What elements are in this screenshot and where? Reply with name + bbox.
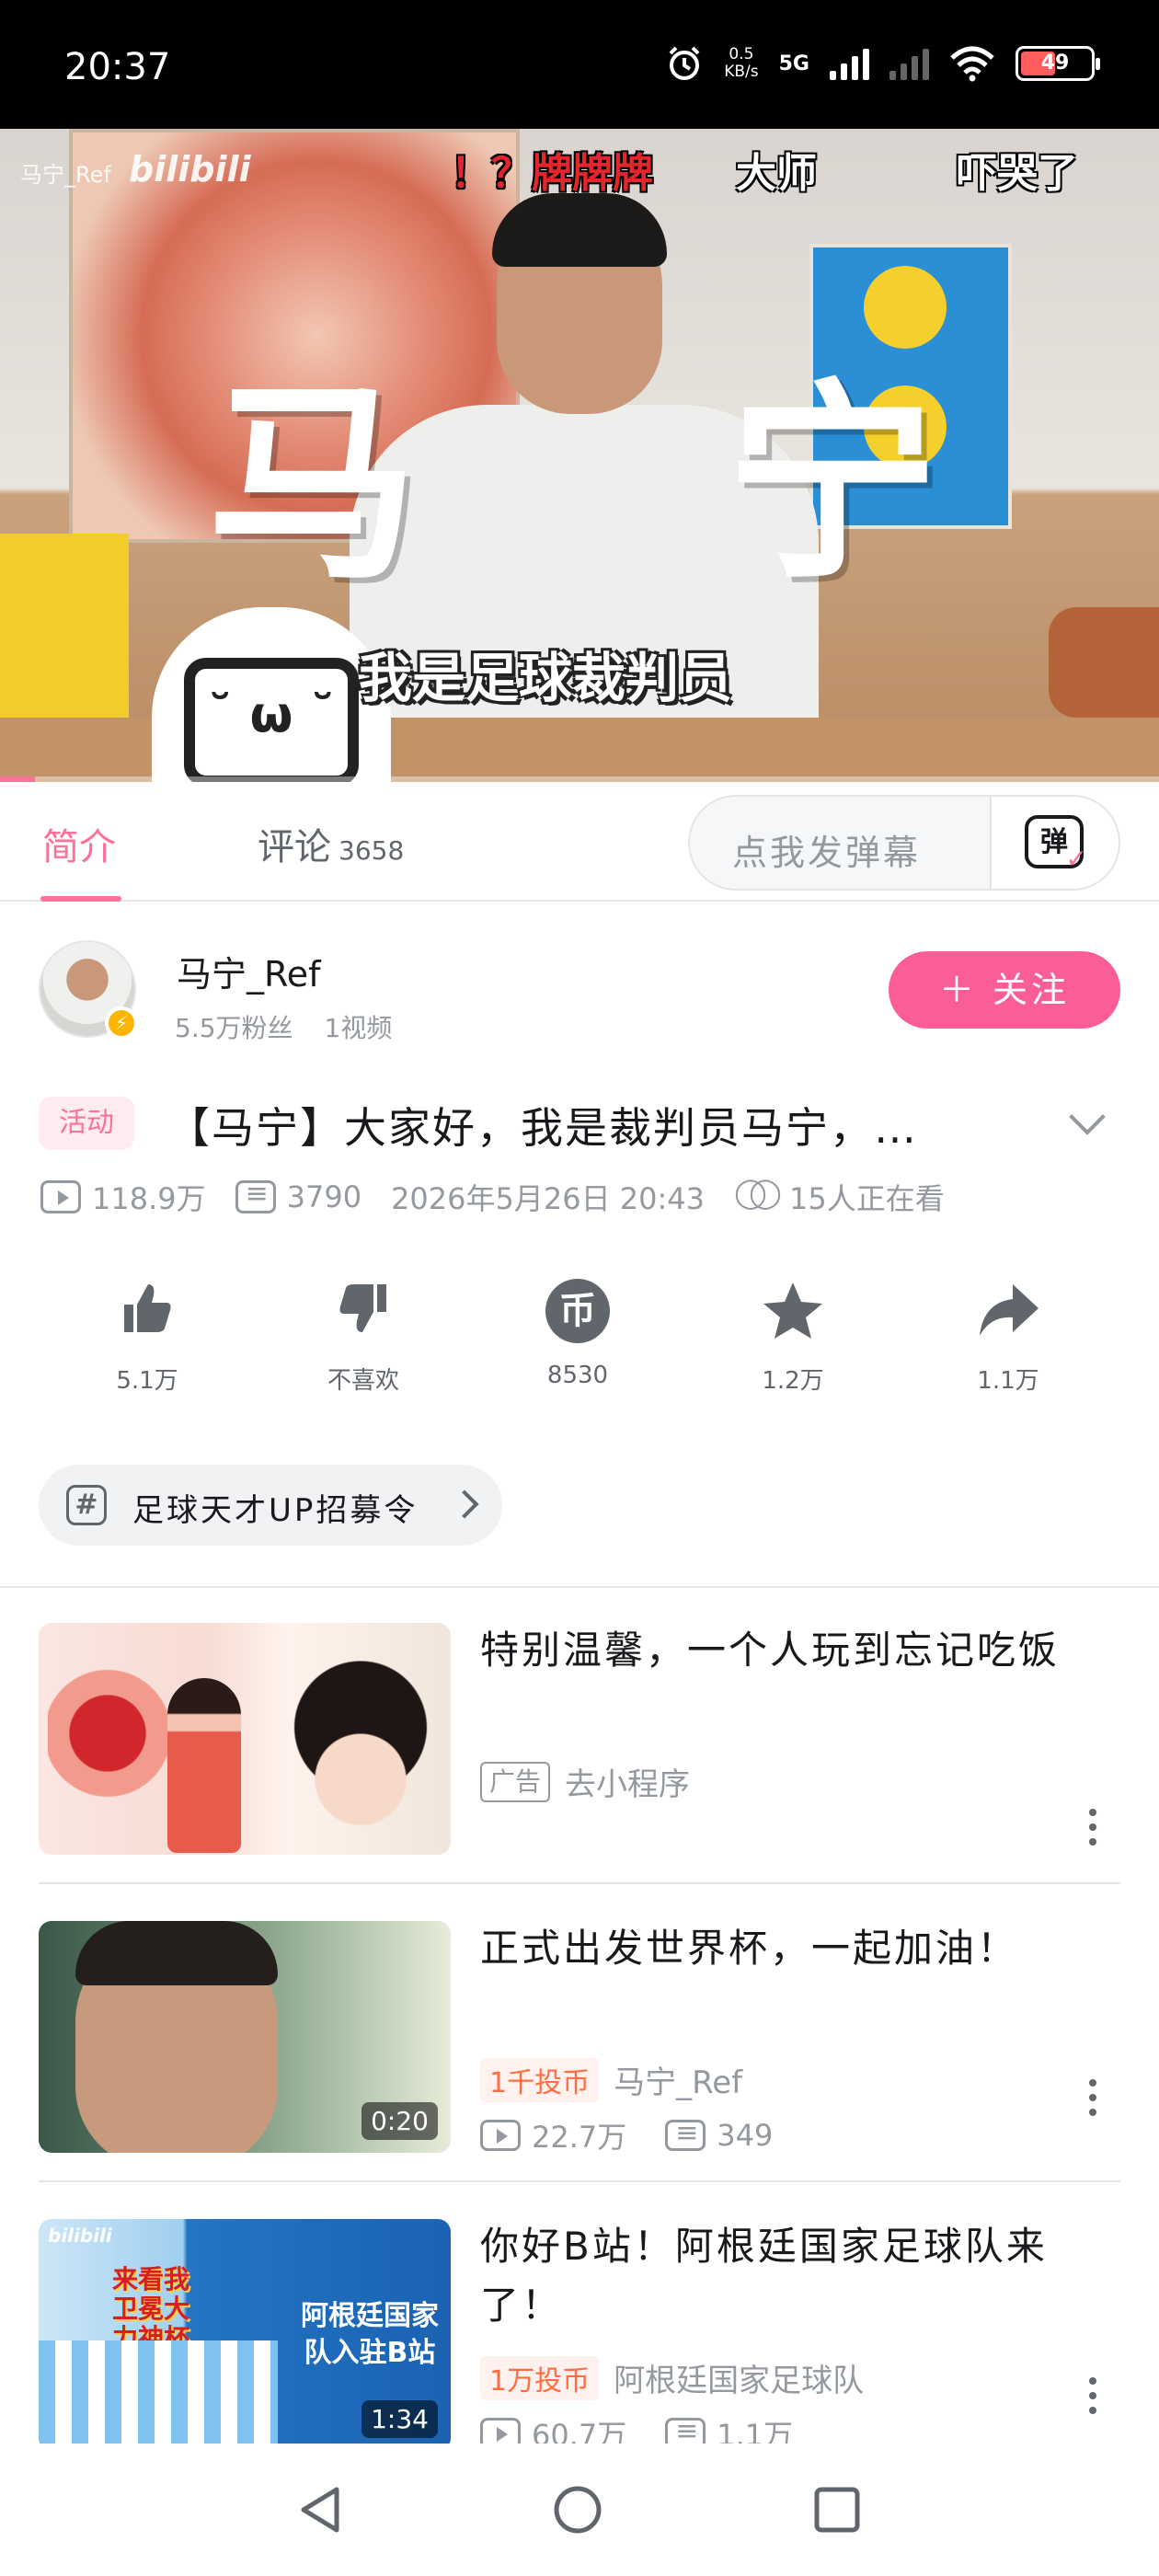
uploader-meta: 5.5万粉丝 1视频 [175, 1008, 392, 1045]
avatar[interactable]: ⚡ [39, 940, 138, 1040]
wifi-icon [950, 46, 994, 82]
back-icon[interactable] [296, 2484, 344, 2536]
status-bar: 20:37 0.5 KB/s 5G 49 [0, 0, 1159, 129]
alarm-icon [669, 46, 700, 80]
more-icon[interactable] [1089, 2079, 1096, 2123]
related-meta: 1千投币 马宁_Ref [480, 2057, 742, 2102]
comment-count: 3658 [339, 835, 405, 866]
coin-badge: 1千投币 [480, 2057, 600, 2102]
related-title: 正式出发世界杯，一起加油！ [480, 1926, 1019, 1971]
favorite-icon [761, 1279, 825, 1343]
ad-badge: 广告 [480, 1761, 551, 1802]
net-speed: 0.5 KB/s [724, 45, 759, 81]
title-char-left: 马 [207, 362, 419, 608]
topic-label: 足球天才UP招募令 [132, 1492, 419, 1529]
chevron-down-icon[interactable] [1069, 1098, 1106, 1135]
action-bar: 5.1万 不喜欢 币 8530 1.2万 1.1万 [0, 1279, 1159, 1417]
duration: 1:34 [361, 2400, 438, 2438]
coin-badge: 1万投币 [480, 2355, 600, 2400]
video-thumbnail[interactable] [39, 1623, 451, 1855]
video-stats: 118.9万 3790 2026年5月26日 20:43 15人正在看 [40, 1175, 974, 1218]
danmaku-toggle-button[interactable]: 弹 ✓ [990, 797, 1119, 889]
uploader-name[interactable]: 马宁_Ref [177, 946, 320, 996]
danmaku-comment: 大师 [736, 150, 817, 197]
related-author: 马宁_Ref [614, 2064, 743, 2101]
danmaku-comment: ！？牌牌牌 [451, 150, 653, 197]
signal-2-icon [889, 47, 929, 80]
watching-icon [734, 1175, 782, 1213]
more-icon[interactable] [1089, 2377, 1096, 2421]
bilibili-logo: bilibili [48, 2225, 112, 2247]
video-title[interactable]: 【马宁】大家好，我是裁判员马宁，… [167, 1095, 1014, 1156]
video-subtitle: 我是足球裁判员 [359, 647, 733, 709]
thumb-text: 阿根廷国家队入驻B站 [301, 2300, 439, 2369]
watching-count: 15人正在看 [788, 1181, 945, 1216]
more-icon[interactable] [1089, 1809, 1096, 1853]
tab-comments-label: 评论 [258, 826, 331, 868]
coin-icon: 币 [545, 1279, 610, 1343]
ad-meta: 广告 去小程序 [480, 1759, 690, 1804]
topic-tag[interactable]: # 足球天才UP招募令 [39, 1465, 502, 1546]
home-icon[interactable] [552, 2484, 603, 2536]
danmaku-placeholder: 点我发弹幕 [732, 833, 922, 873]
ad-link[interactable]: 去小程序 [565, 1759, 690, 1804]
hashtag-icon: # [66, 1485, 107, 1525]
danmaku-count-icon [235, 1178, 276, 1213]
share-icon [976, 1279, 1040, 1343]
video-player[interactable]: 马 宁 ˘ ω ˘ 我是足球裁判员 马宁_Ref bilibili ！？牌牌牌 … [0, 129, 1159, 782]
list-item[interactable]: 0:20 正式出发世界杯，一起加油！ 1千投币 马宁_Ref 22.7万 349 [0, 1884, 1159, 2182]
follow-button[interactable]: ＋ 关注 [889, 951, 1120, 1029]
title-char-right: 宁 [727, 362, 939, 608]
related-title: 你好B站！阿根廷国家足球队来了！ [480, 2224, 1048, 2328]
favorite-button[interactable]: 1.2万 [719, 1279, 866, 1396]
recents-icon[interactable] [813, 2484, 861, 2536]
play-count-icon [40, 1180, 81, 1213]
verified-icon: ⚡ [105, 1006, 138, 1040]
danmaku-icon: 弹 ✓ [1025, 815, 1087, 872]
list-item[interactable]: bilibili 来看我卫冕大力神杯 阿根廷国家队入驻B站 1:34 你好B站！… [0, 2182, 1159, 2480]
tab-indicator [40, 896, 121, 902]
like-icon [115, 1279, 179, 1343]
activity-badge[interactable]: 活动 [39, 1097, 134, 1150]
status-icons: 0.5 KB/s 5G 49 [665, 44, 1100, 83]
list-item[interactable]: 特别温馨，一个人玩到忘记吃饭 广告 去小程序 [0, 1586, 1159, 1884]
battery-icon: 49 [1016, 46, 1100, 81]
publish-date: 2026年5月26日 20:43 [391, 1181, 705, 1216]
like-button[interactable]: 5.1万 [74, 1279, 221, 1396]
danmaku-count-icon [665, 2117, 706, 2151]
status-time: 20:37 [64, 46, 171, 88]
video-thumbnail[interactable]: bilibili 来看我卫冕大力神杯 阿根廷国家队入驻B站 1:34 [39, 2219, 451, 2451]
related-stats: 22.7万 349 [480, 2114, 773, 2156]
dislike-icon [331, 1279, 396, 1343]
tab-intro[interactable]: 简介 [42, 817, 116, 870]
danmaku-count: 3790 [286, 1179, 362, 1214]
fans-count: 5.5万粉丝 [175, 1013, 293, 1043]
coin-button[interactable]: 币 8530 [504, 1279, 651, 1389]
system-nav-bar [0, 2444, 1159, 2576]
network-type: 5G [778, 52, 809, 75]
tab-comments[interactable]: 评论 3658 [258, 817, 404, 870]
duration: 0:20 [361, 2102, 438, 2140]
share-button[interactable]: 1.1万 [935, 1279, 1082, 1396]
tab-bar: 简介 评论 3658 点我发弹幕 弹 ✓ [0, 782, 1159, 902]
play-count-icon [480, 2120, 521, 2151]
dislike-button[interactable]: 不喜欢 [290, 1279, 437, 1396]
view-count: 118.9万 [92, 1181, 206, 1216]
video-count: 1视频 [324, 1013, 393, 1043]
watermark-user: 马宁_Ref [20, 162, 111, 188]
signal-icon [830, 47, 869, 80]
related-title: 特别温馨，一个人玩到忘记吃饭 [480, 1627, 1061, 1673]
related-meta: 1万投币 阿根廷国家足球队 [480, 2355, 864, 2400]
related-author: 阿根廷国家足球队 [614, 2363, 865, 2399]
chevron-right-icon [450, 1489, 479, 1519]
danmaku-comment: 吓哭了 [957, 150, 1078, 197]
danmaku-input[interactable]: 点我发弹幕 弹 ✓ [688, 795, 1120, 891]
bilibili-logo: bilibili [129, 149, 251, 190]
video-thumbnail[interactable]: 0:20 [39, 1921, 451, 2153]
